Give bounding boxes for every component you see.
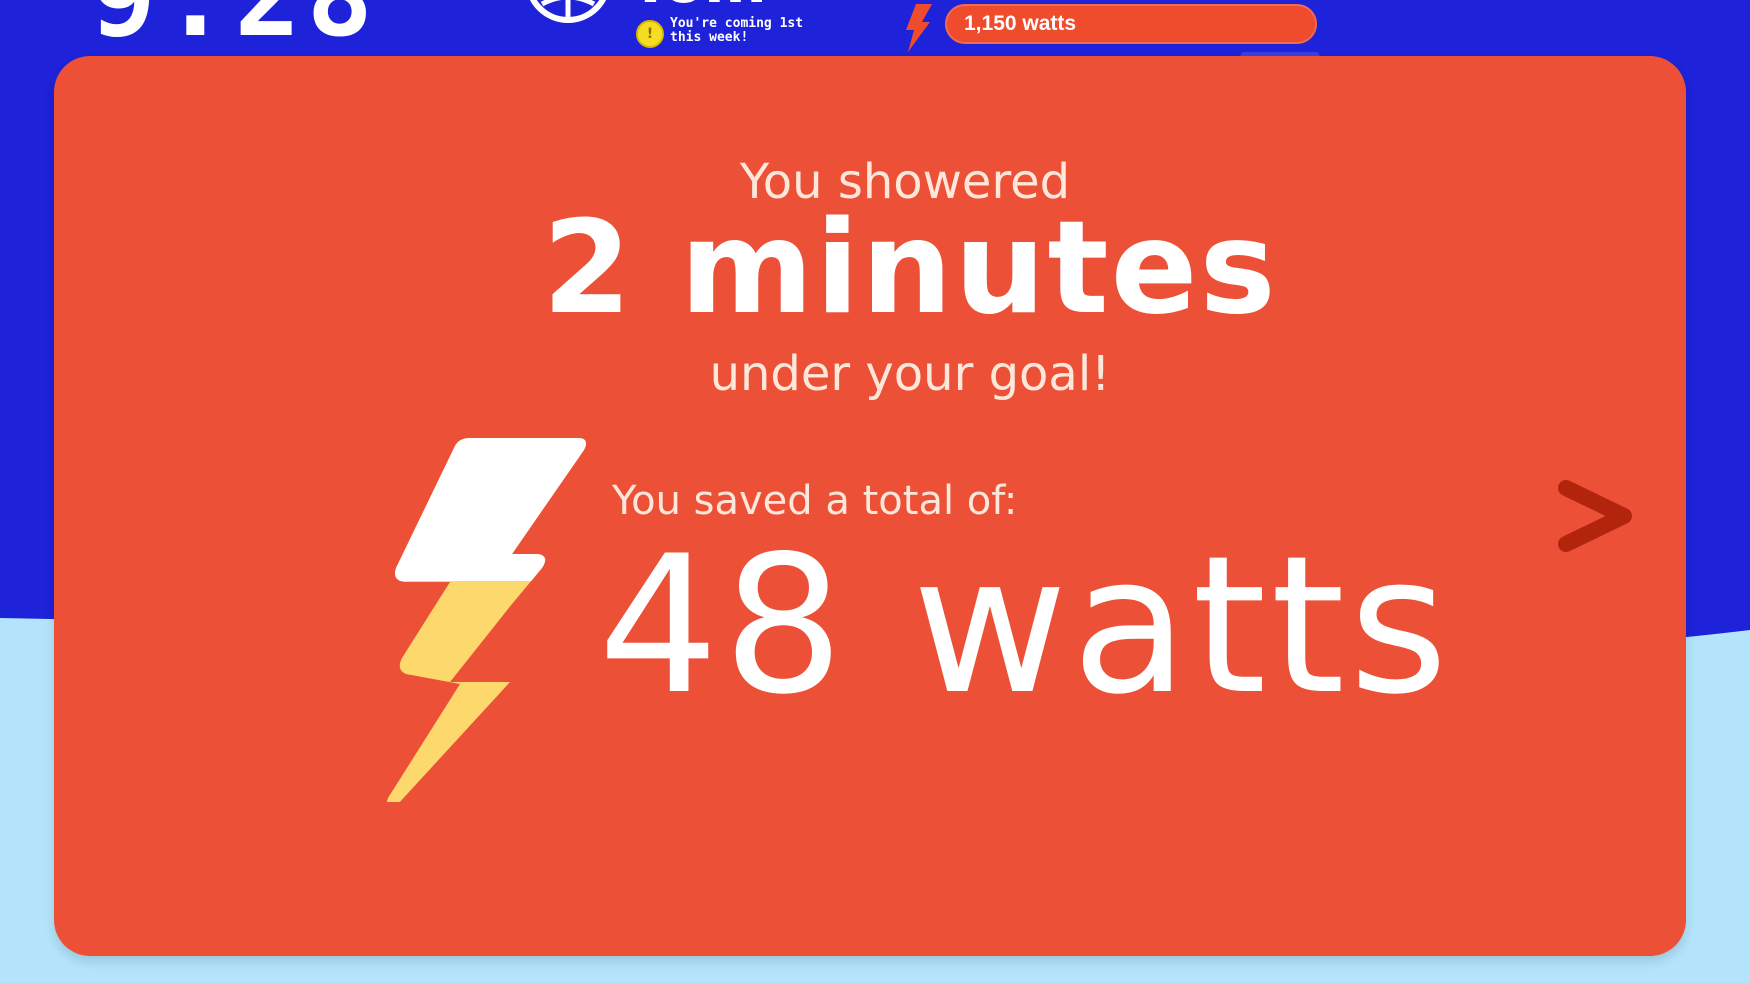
result-modal: You showered 2 minutes under your goal! …	[54, 56, 1686, 956]
saved-watts-value: 48 watts	[598, 515, 1452, 736]
rank-text: You're coming 1st this week!	[670, 16, 804, 45]
globe-icon	[529, 0, 607, 23]
total-watts-pill: 1,150 watts	[945, 4, 1317, 44]
result-headline: 2 minutes	[542, 194, 1278, 343]
clock: 9:28	[90, 0, 379, 52]
coin-icon: !	[636, 20, 664, 48]
chevron-right-icon[interactable]	[1554, 466, 1644, 566]
user-name: Tom	[630, 0, 767, 12]
result-subtext: under your goal!	[709, 346, 1111, 402]
lightning-bolt-icon	[386, 438, 586, 802]
app-screen: 9:28 Tom ! You're coming 1st this week! …	[0, 0, 1750, 983]
lightning-icon	[906, 4, 932, 52]
